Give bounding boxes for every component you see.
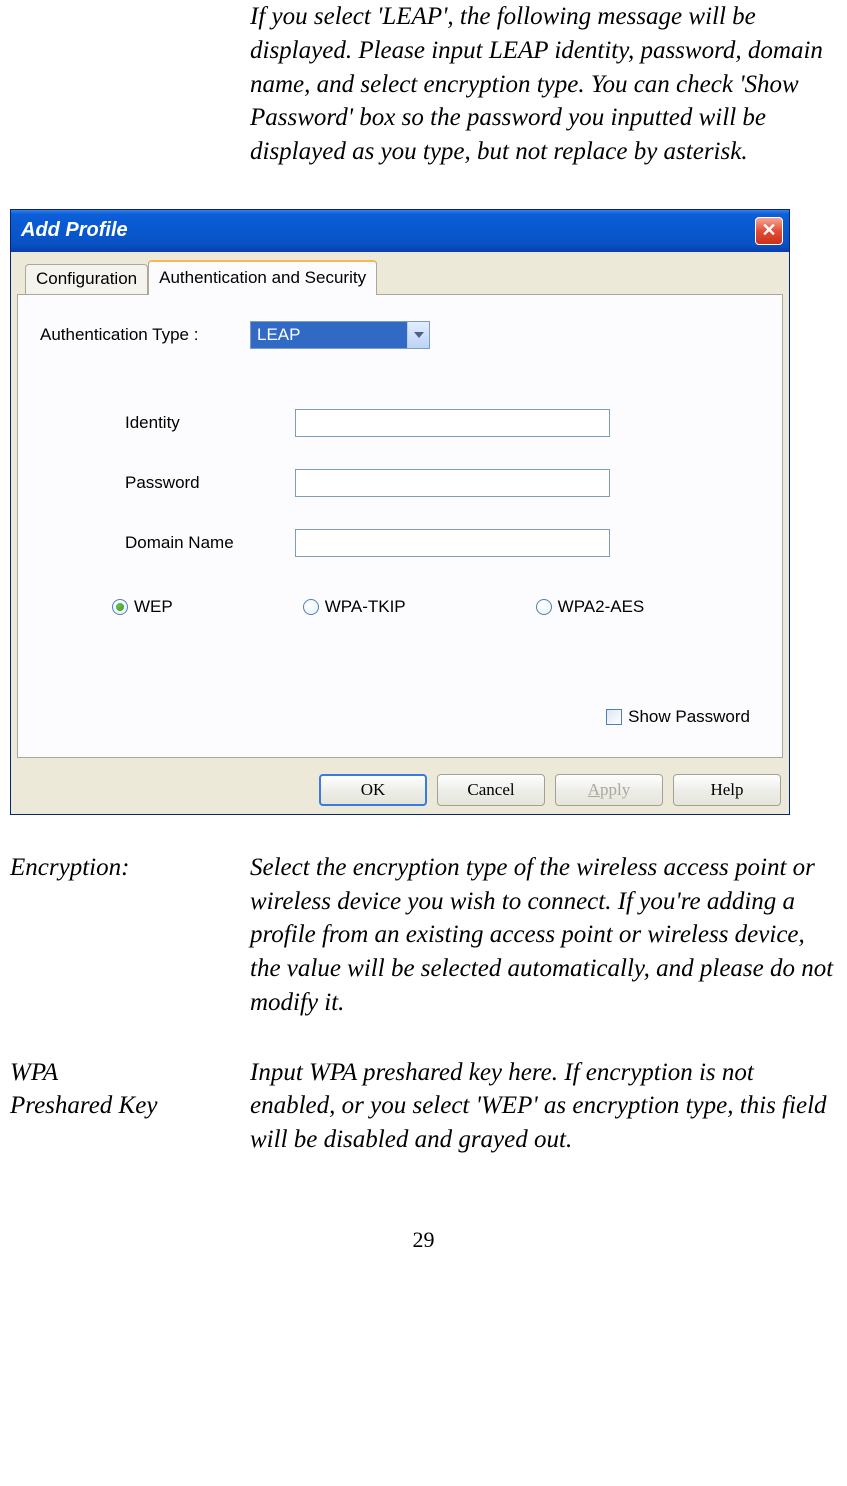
radio-aes-label: WPA2-AES (558, 597, 645, 617)
auth-type-row: Authentication Type : LEAP (40, 321, 760, 349)
radio-wep-label: WEP (134, 597, 173, 617)
radio-wep[interactable]: WEP (112, 597, 173, 617)
wpa-label-line2: Preshared Key (10, 1092, 157, 1119)
radio-wpa-tkip[interactable]: WPA-TKIP (303, 597, 406, 617)
tabs-row: Configuration Authentication and Securit… (25, 260, 783, 295)
checkbox-icon (606, 709, 622, 725)
tab-configuration[interactable]: Configuration (25, 264, 148, 295)
domain-row: Domain Name (125, 529, 760, 557)
help-button[interactable]: Help (673, 774, 781, 806)
encryption-radio-row: WEP WPA-TKIP WPA2-AES (112, 597, 760, 617)
identity-row: Identity (125, 409, 760, 437)
combo-arrow (407, 322, 429, 348)
apply-underline: A (588, 780, 600, 800)
show-password-row: Show Password (40, 707, 750, 727)
auth-type-label: Authentication Type : (40, 325, 250, 345)
dialog-title: Add Profile (21, 219, 128, 242)
radio-wpa2-aes[interactable]: WPA2-AES (536, 597, 645, 617)
ok-button[interactable]: OK (319, 774, 427, 806)
intro-paragraph: If you select 'LEAP', the following mess… (250, 0, 837, 169)
radio-tkip-label: WPA-TKIP (325, 597, 406, 617)
dialog-button-row: OK Cancel Apply Help (17, 774, 783, 806)
domain-input[interactable] (295, 529, 610, 557)
dialog-body: Configuration Authentication and Securit… (11, 252, 789, 814)
auth-type-value: LEAP (251, 322, 407, 348)
radio-icon (112, 599, 128, 615)
dialog-titlebar: Add Profile ✕ (11, 210, 789, 252)
definition-wpa: WPA Preshared Key Input WPA preshared ke… (10, 1056, 837, 1157)
identity-label: Identity (125, 413, 295, 433)
show-password-checkbox[interactable]: Show Password (606, 707, 750, 727)
radio-icon (303, 599, 319, 615)
chevron-down-icon (414, 332, 424, 338)
auth-type-combobox[interactable]: LEAP (250, 321, 430, 349)
encryption-def-label: Encryption: (10, 851, 250, 1020)
definition-encryption: Encryption: Select the encryption type o… (10, 851, 837, 1020)
close-button[interactable]: ✕ (755, 217, 783, 245)
cancel-button[interactable]: Cancel (437, 774, 545, 806)
password-row: Password (125, 469, 760, 497)
page-number: 29 (10, 1227, 837, 1253)
apply-rest: pply (600, 780, 630, 800)
domain-label: Domain Name (125, 533, 295, 553)
password-input[interactable] (295, 469, 610, 497)
tab-authentication[interactable]: Authentication and Security (148, 260, 377, 295)
encryption-def-text: Select the encryption type of the wirele… (250, 851, 837, 1020)
radio-icon (536, 599, 552, 615)
password-label: Password (125, 473, 295, 493)
tab-content: Authentication Type : LEAP Identity (17, 294, 783, 758)
close-icon: ✕ (761, 220, 776, 241)
apply-button: Apply (555, 774, 663, 806)
wpa-def-text: Input WPA preshared key here. If encrypt… (250, 1056, 837, 1157)
wpa-label-line1: WPA (10, 1059, 58, 1086)
wpa-def-label: WPA Preshared Key (10, 1056, 250, 1157)
input-section: Identity Password Domain Name (125, 409, 760, 557)
identity-input[interactable] (295, 409, 610, 437)
show-password-label: Show Password (628, 707, 750, 727)
add-profile-dialog: Add Profile ✕ Configuration Authenticati… (10, 209, 790, 815)
